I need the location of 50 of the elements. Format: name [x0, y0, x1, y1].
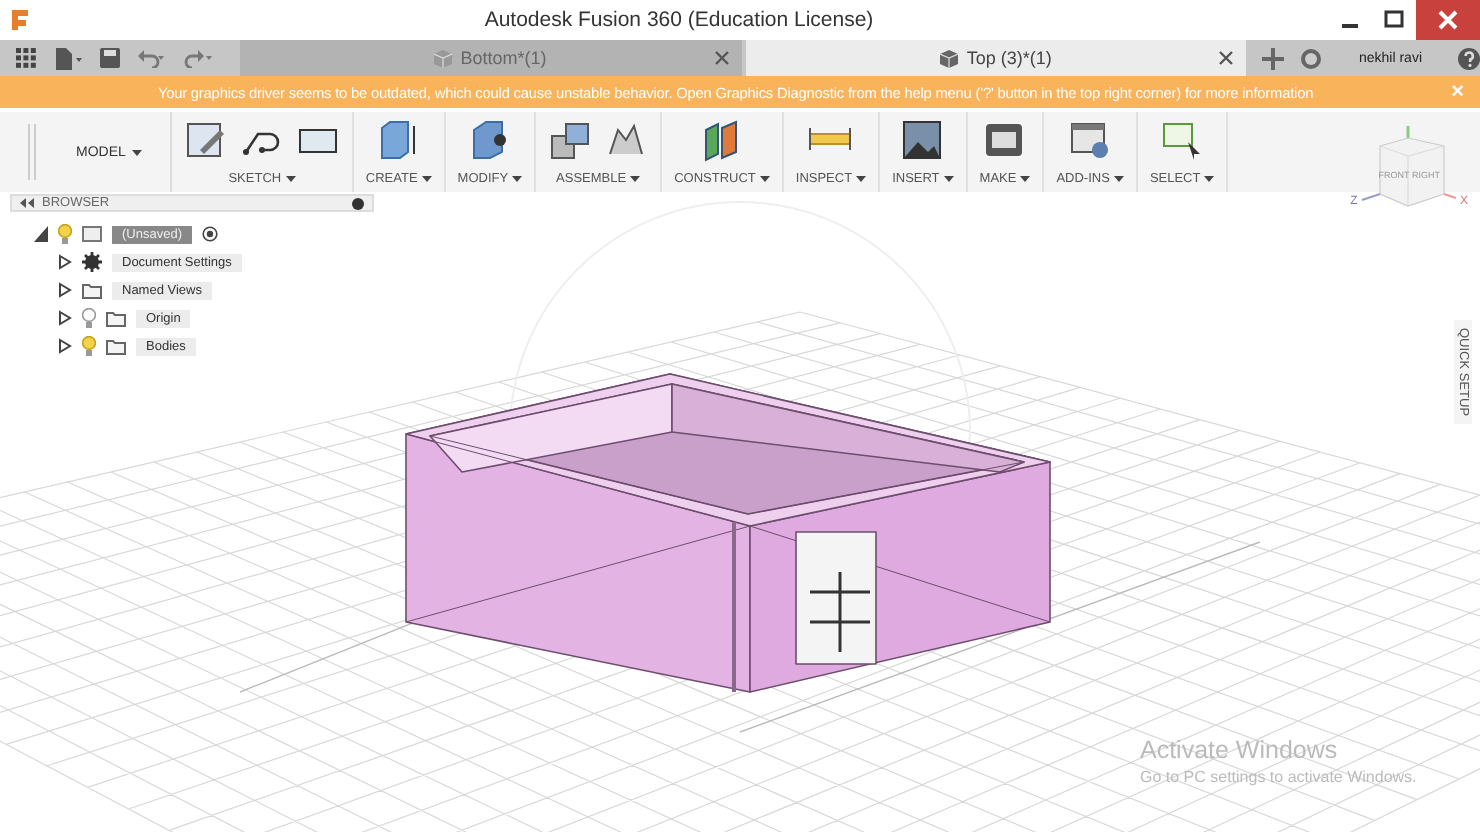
- cube-icon: [940, 49, 959, 67]
- pin-icon[interactable]: [352, 197, 364, 209]
- plus-icon[interactable]: [1262, 47, 1285, 69]
- caret-icon: [131, 149, 142, 155]
- light-bulb-icon[interactable]: [58, 224, 72, 244]
- maximize-icon[interactable]: [1384, 10, 1404, 30]
- extrude-icon[interactable]: [376, 118, 421, 162]
- caret-icon[interactable]: [1113, 176, 1124, 182]
- caret-icon[interactable]: [759, 176, 770, 182]
- toolbar-grip[interactable]: [28, 124, 36, 180]
- collapse-icon[interactable]: [20, 198, 34, 208]
- x-axis-line: [1443, 193, 1457, 199]
- components-icon[interactable]: [548, 118, 593, 162]
- expand-arrow-icon[interactable]: [58, 282, 72, 298]
- close-icon[interactable]: [1218, 50, 1235, 66]
- light-bulb-icon[interactable]: [82, 308, 96, 328]
- expand-arrow-icon[interactable]: [58, 254, 72, 270]
- save-icon[interactable]: [100, 48, 120, 68]
- activate-radio-icon[interactable]: [201, 226, 218, 242]
- document-tab[interactable]: Top (3)*(1): [745, 40, 1247, 76]
- caret-icon[interactable]: [943, 176, 954, 182]
- close-icon[interactable]: [713, 50, 730, 66]
- expand-arrow-icon[interactable]: [58, 310, 72, 326]
- caret-icon[interactable]: [1020, 176, 1031, 182]
- caret-icon[interactable]: [630, 176, 641, 182]
- app-logo-icon: [10, 8, 30, 32]
- activation-message: Go to PC settings to activate Windows.: [1140, 768, 1417, 786]
- activation-title: Activate Windows: [1140, 736, 1340, 764]
- caret-icon[interactable]: [512, 176, 523, 182]
- undo-icon[interactable]: [138, 48, 166, 68]
- file-icon[interactable]: [54, 47, 82, 69]
- redo-icon[interactable]: [184, 48, 212, 68]
- expand-arrow-icon[interactable]: [34, 226, 48, 242]
- cube-icon: [434, 49, 453, 67]
- image-icon[interactable]: [900, 118, 945, 162]
- sketch-icon[interactable]: [183, 118, 228, 162]
- app-grid-icon[interactable]: [16, 48, 36, 68]
- caret-icon[interactable]: [856, 176, 867, 182]
- component-icon: [82, 224, 102, 244]
- help-icon[interactable]: [1458, 47, 1480, 69]
- settings-icon: [82, 252, 102, 272]
- add-in-icon[interactable]: [1068, 118, 1113, 162]
- select-icon[interactable]: [1160, 118, 1205, 162]
- z-axis-line: [1361, 193, 1381, 201]
- caret-icon[interactable]: [285, 176, 296, 182]
- caret-icon[interactable]: [421, 176, 432, 182]
- window-title: Autodesk Fusion 360 (Education License): [482, 8, 876, 32]
- light-bulb-icon[interactable]: [82, 336, 96, 356]
- expand-arrow-icon[interactable]: [58, 338, 72, 354]
- caret-icon[interactable]: [1204, 176, 1215, 182]
